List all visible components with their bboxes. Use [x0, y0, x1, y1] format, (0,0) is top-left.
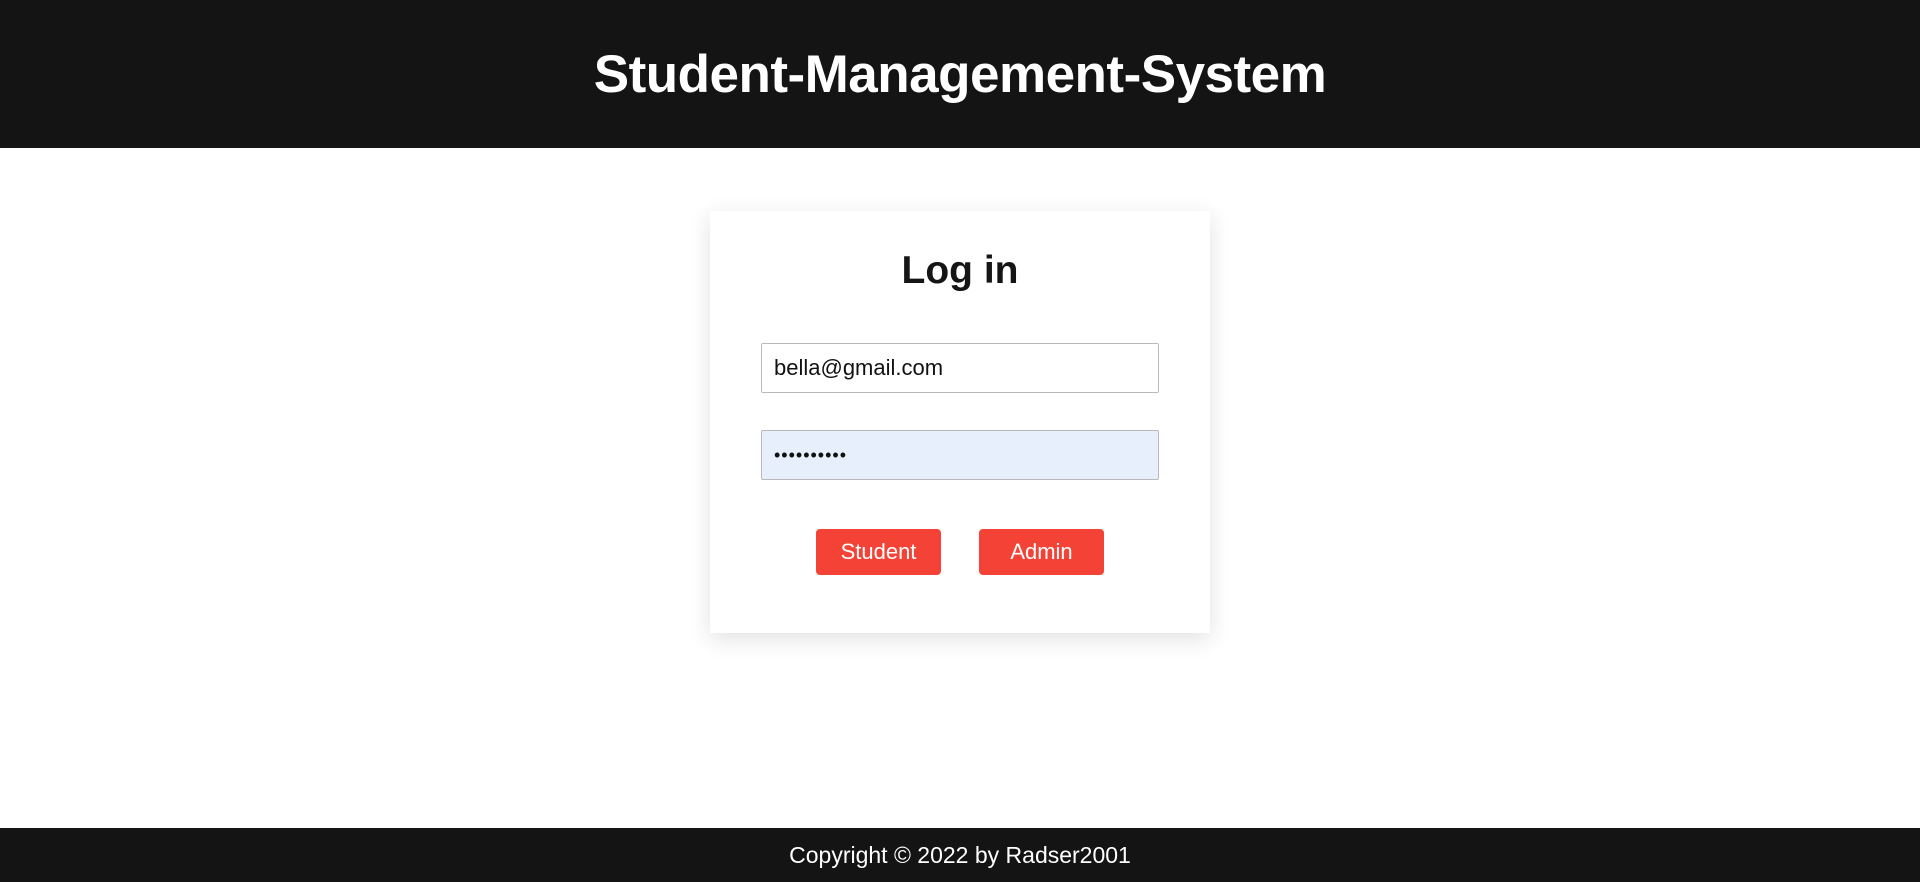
student-login-button[interactable]: Student	[816, 529, 941, 575]
password-field[interactable]	[761, 430, 1159, 480]
site-header: Student-Management-System	[0, 0, 1920, 148]
admin-login-button[interactable]: Admin	[979, 529, 1104, 575]
copyright-text: Copyright © 2022 by Radser2001	[789, 841, 1131, 868]
login-heading: Log in	[901, 249, 1019, 292]
site-footer: Copyright © 2022 by Radser2001	[0, 828, 1920, 882]
login-card: Log in Student Admin	[710, 211, 1210, 633]
email-field[interactable]	[761, 343, 1159, 393]
site-title: Student-Management-System	[593, 44, 1327, 104]
